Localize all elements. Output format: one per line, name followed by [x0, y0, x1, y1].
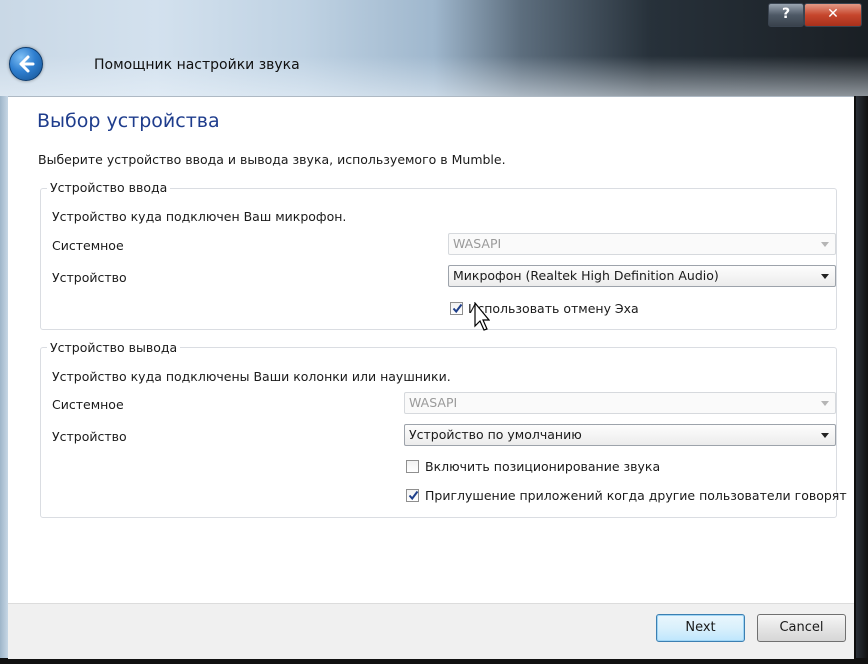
- output-system-label: Системное: [52, 397, 124, 412]
- output-device-value: Устройство по умолчанию: [409, 427, 582, 442]
- input-description: Устройство куда подключен Ваш микрофон.: [52, 209, 347, 224]
- wizard-title: Помощник настройки звука: [94, 57, 300, 73]
- window-title-bar: [0, 0, 868, 96]
- chevron-down-icon: [821, 242, 829, 247]
- page-description: Выберите устройство ввода и вывода звука…: [38, 152, 506, 167]
- output-device-label: Устройство: [52, 429, 127, 444]
- input-system-label: Системное: [52, 238, 124, 253]
- window-left-border: [0, 96, 8, 664]
- input-group-legend: Устройство ввода: [47, 180, 171, 195]
- input-system-value: WASAPI: [453, 236, 502, 251]
- output-description: Устройство куда подключены Ваши колонки …: [52, 369, 451, 384]
- echo-cancel-label[interactable]: Использовать отмену Эха: [468, 301, 639, 316]
- input-device-select[interactable]: Микрофон (Realtek High Definition Audio): [448, 265, 836, 287]
- attenuate-checkbox[interactable]: [406, 489, 419, 502]
- echo-cancel-checkbox[interactable]: [450, 302, 463, 315]
- back-arrow-icon: [19, 55, 35, 73]
- checkmark-icon: [408, 490, 419, 501]
- positional-audio-checkbox[interactable]: [406, 460, 419, 473]
- output-system-select[interactable]: WASAPI: [404, 392, 836, 414]
- attenuate-label[interactable]: Приглушение приложений когда другие поль…: [425, 488, 847, 503]
- positional-audio-label[interactable]: Включить позиционирование звука: [425, 459, 660, 474]
- input-device-label: Устройство: [52, 270, 127, 285]
- chevron-down-icon: [821, 274, 829, 279]
- mouse-cursor-icon: [474, 302, 490, 331]
- close-button[interactable]: ✕: [804, 3, 862, 27]
- help-button[interactable]: ?: [768, 3, 804, 27]
- cancel-button[interactable]: Cancel: [757, 614, 846, 642]
- page-title: Выбор устройства: [37, 110, 220, 132]
- back-button[interactable]: [9, 47, 43, 81]
- output-device-select[interactable]: Устройство по умолчанию: [404, 424, 836, 446]
- window-right-border: [856, 96, 868, 664]
- input-system-select[interactable]: WASAPI: [448, 233, 836, 255]
- output-system-value: WASAPI: [409, 395, 458, 410]
- checkmark-icon: [452, 303, 463, 314]
- input-device-value: Микрофон (Realtek High Definition Audio): [453, 268, 719, 283]
- next-button[interactable]: Next: [656, 614, 745, 642]
- chevron-down-icon: [821, 433, 829, 438]
- output-group-legend: Устройство вывода: [47, 340, 181, 355]
- chevron-down-icon: [821, 401, 829, 406]
